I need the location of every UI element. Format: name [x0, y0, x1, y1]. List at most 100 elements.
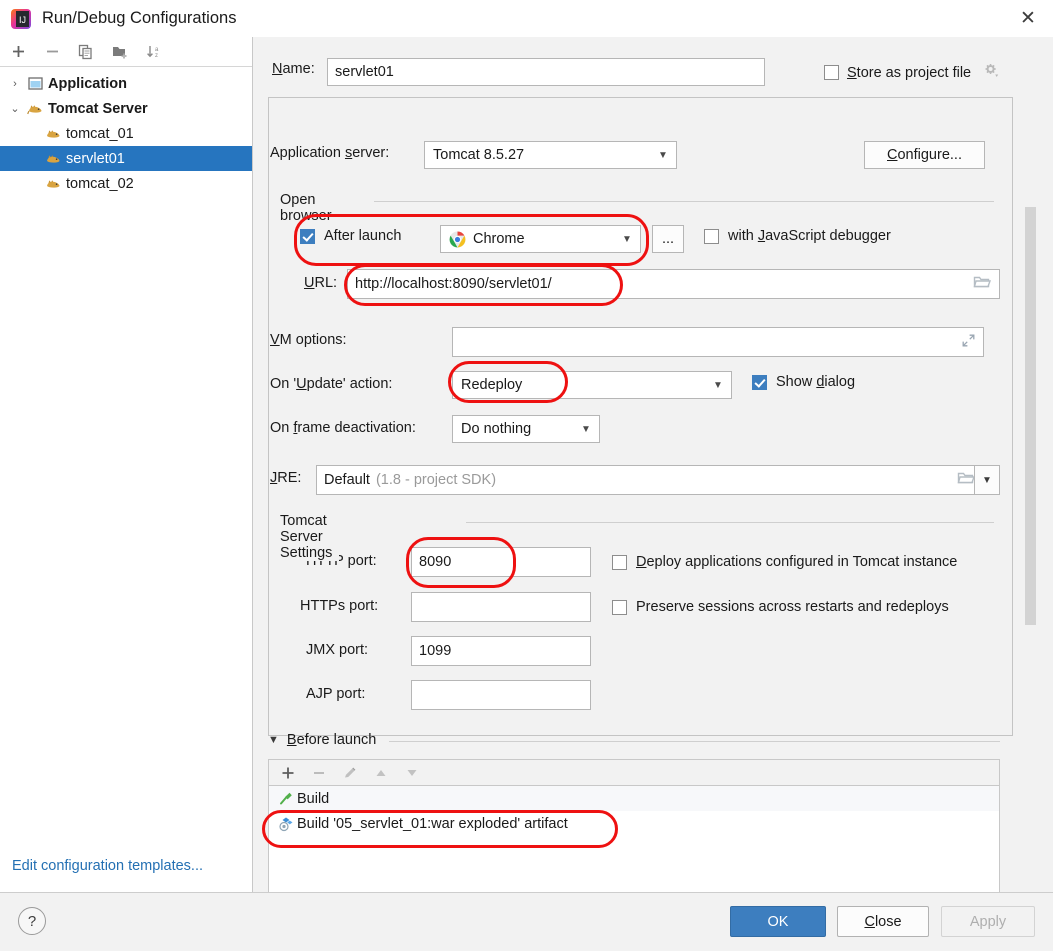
tree-item-tomcat-server[interactable]: ⌄ Tomcat Server: [0, 96, 252, 121]
before-launch-toolbar: [268, 759, 1000, 786]
close-button[interactable]: Close: [837, 906, 929, 937]
title-bar: IJ Run/Debug Configurations ✕: [0, 0, 1053, 37]
copy-icon[interactable]: [76, 42, 96, 62]
close-button-label: Close: [864, 913, 902, 930]
ajp-port-input[interactable]: [411, 680, 591, 710]
configure-button[interactable]: Configure...: [864, 141, 985, 169]
name-input[interactable]: servlet01: [327, 58, 765, 86]
remove-icon[interactable]: [42, 42, 62, 62]
show-dialog-checkbox[interactable]: [752, 374, 767, 390]
configuration-form: Name: servlet01 Store as project file Ap…: [254, 37, 1053, 892]
chevron-down-icon: ▼: [581, 423, 591, 435]
https-port-input[interactable]: [411, 592, 591, 622]
group-separator: [466, 522, 994, 523]
application-server-combo[interactable]: Tomcat 8.5.27 ▼: [424, 141, 677, 169]
vm-options-label: VM options:: [270, 332, 347, 348]
tree-item-label: tomcat_02: [66, 175, 134, 192]
chevron-down-icon[interactable]: ⌄: [6, 102, 24, 115]
new-folder-icon[interactable]: [110, 42, 130, 62]
expand-icon[interactable]: [961, 333, 976, 352]
on-frame-deactivation-label: On frame deactivation:: [270, 420, 416, 436]
preserve-sessions-row: Preserve sessions across restarts and re…: [612, 599, 949, 615]
chevron-down-icon: ▼: [982, 474, 992, 486]
folder-icon[interactable]: [973, 274, 992, 294]
https-port-row: HTTPs port:: [300, 598, 378, 614]
tree-item-label: Tomcat Server: [48, 100, 148, 117]
url-input[interactable]: http://localhost:8090/servlet01/: [347, 269, 1000, 299]
tree-item-label: servlet01: [66, 150, 125, 167]
tomcat-icon: [24, 102, 46, 116]
gear-icon[interactable]: [983, 62, 1000, 83]
application-server-label: Application server:: [270, 145, 390, 161]
tree-item-label: Application: [48, 75, 127, 92]
on-update-action-label: On 'Update' action:: [270, 376, 393, 392]
chevron-right-icon[interactable]: ›: [6, 78, 24, 90]
deploy-applications-label: Deploy applications configured in Tomcat…: [636, 554, 958, 570]
before-launch-item-build[interactable]: Build: [269, 786, 999, 811]
deploy-applications-checkbox[interactable]: [612, 554, 627, 570]
move-down-icon: [403, 764, 421, 782]
on-update-action-row: On 'Update' action:: [270, 376, 392, 392]
close-icon[interactable]: ✕: [1003, 0, 1053, 37]
http-port-input[interactable]: 8090: [411, 547, 591, 577]
group-separator: [389, 741, 1000, 742]
before-launch-item-artifact[interactable]: Build '05_servlet_01:war exploded' artif…: [269, 811, 999, 836]
jre-dropdown-button[interactable]: ▼: [974, 465, 1000, 495]
after-launch-row: After launch: [300, 228, 401, 244]
https-port-label: HTTPs port:: [300, 598, 379, 614]
store-as-project-file-label: Store as project file: [847, 64, 972, 81]
name-label: Name:: [272, 61, 315, 77]
jmx-port-row: JMX port:: [306, 642, 368, 658]
vm-options-input[interactable]: [452, 327, 984, 357]
jmx-port-label: JMX port:: [306, 642, 369, 658]
store-as-project-file-checkbox[interactable]: [824, 65, 839, 80]
before-launch-header[interactable]: ▼ Before launch: [268, 732, 376, 748]
with-js-debugger-checkbox[interactable]: [704, 228, 719, 244]
tomcat-icon: [42, 177, 64, 191]
configurations-tree: › Application ⌄ Tomcat Server tomcat_01 …: [0, 67, 252, 196]
configurations-tree-panel: a z › Application ⌄ Tomcat Server tomcat…: [0, 37, 253, 892]
url-value: http://localhost:8090/servlet01/: [355, 276, 552, 292]
tree-item-application[interactable]: › Application: [0, 71, 252, 96]
add-icon[interactable]: [8, 42, 28, 62]
edit-configuration-templates-link[interactable]: Edit configuration templates...: [12, 858, 203, 874]
chevron-down-icon[interactable]: ▼: [268, 734, 279, 746]
jmx-port-input[interactable]: 1099: [411, 636, 591, 666]
application-icon: [24, 76, 46, 91]
browser-more-button[interactable]: ...: [652, 225, 684, 253]
help-icon[interactable]: ?: [18, 907, 46, 935]
tree-item-tomcat-02[interactable]: tomcat_02: [0, 171, 252, 196]
chevron-down-icon: ▼: [713, 379, 723, 391]
after-launch-checkbox[interactable]: [300, 228, 315, 244]
tree-item-tomcat-01[interactable]: tomcat_01: [0, 121, 252, 146]
browser-more-label: ...: [661, 231, 675, 247]
on-frame-deactivation-value: Do nothing: [461, 421, 532, 437]
intellij-idea-logo-icon: IJ: [10, 8, 32, 30]
remove-icon: [310, 764, 328, 782]
on-update-action-value: Redeploy: [461, 377, 523, 393]
settings-scrollbar[interactable]: [1024, 99, 1037, 735]
jre-input[interactable]: Default (1.8 - project SDK): [316, 465, 984, 495]
with-js-debugger-row: with JavaScript debugger: [704, 228, 891, 244]
apply-button-label: Apply: [969, 913, 1007, 930]
jre-label: JRE:: [270, 470, 302, 486]
add-icon[interactable]: [279, 764, 297, 782]
tree-item-servlet01[interactable]: servlet01: [0, 146, 252, 171]
browser-combo[interactable]: Chrome ▼: [440, 225, 641, 253]
configure-button-label: Configure...: [887, 147, 962, 163]
on-frame-deactivation-combo[interactable]: Do nothing ▼: [452, 415, 600, 443]
url-label: URL:: [304, 275, 338, 291]
before-launch-item-label: Build: [297, 790, 330, 807]
chevron-down-icon: ▼: [622, 233, 632, 245]
preserve-sessions-checkbox[interactable]: [612, 599, 627, 615]
scrollbar-thumb[interactable]: [1025, 207, 1036, 625]
deploy-applications-row: Deploy applications configured in Tomcat…: [612, 554, 957, 570]
apply-button: Apply: [941, 906, 1035, 937]
ok-button[interactable]: OK: [730, 906, 826, 937]
window-title: Run/Debug Configurations: [42, 9, 237, 27]
tomcat-icon: [42, 152, 64, 166]
on-update-action-combo[interactable]: Redeploy ▼: [452, 371, 732, 399]
build-hammer-icon: [275, 791, 297, 806]
sort-alphabetically-icon[interactable]: a z: [144, 42, 164, 62]
on-frame-deactivation-row: On frame deactivation:: [270, 420, 416, 436]
